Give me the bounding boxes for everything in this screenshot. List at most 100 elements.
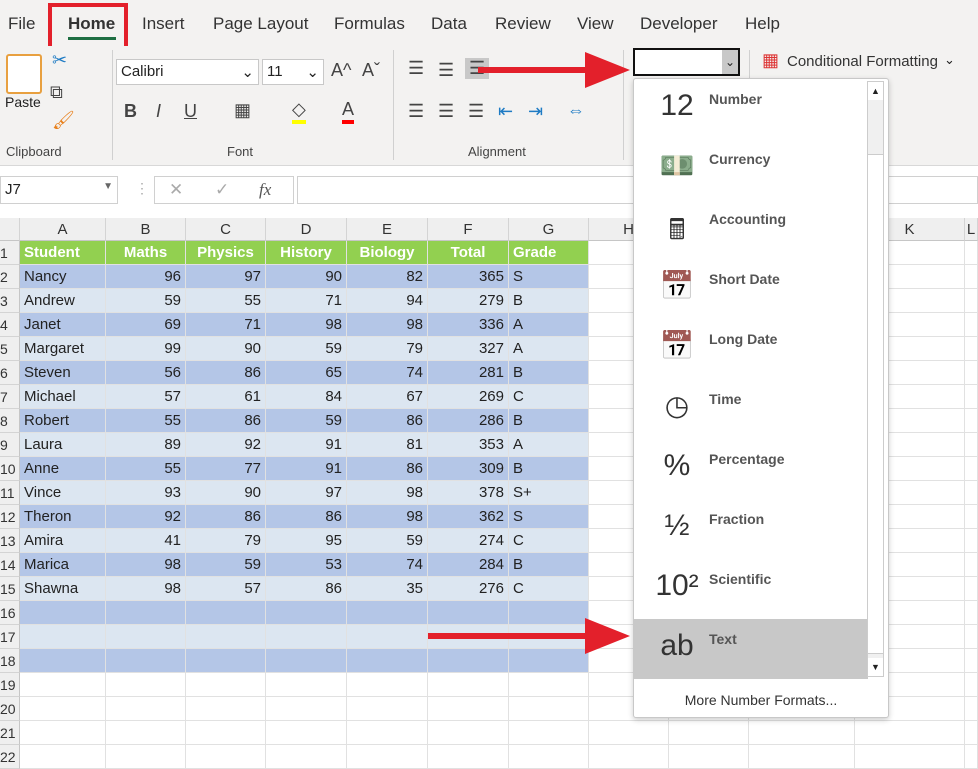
cell[interactable]: 365 — [428, 265, 509, 289]
row-header[interactable]: 7 — [0, 385, 20, 409]
cell[interactable]: 84 — [266, 385, 347, 409]
row-header[interactable]: 13 — [0, 529, 20, 553]
cell[interactable] — [965, 601, 978, 625]
column-title-cell[interactable]: Grade — [509, 241, 589, 265]
cell[interactable]: Vince — [20, 481, 106, 505]
cell[interactable]: 269 — [428, 385, 509, 409]
tab-review[interactable]: Review — [495, 14, 551, 34]
cell[interactable]: 86 — [266, 577, 347, 601]
cell[interactable]: A — [509, 433, 589, 457]
cell[interactable] — [20, 601, 106, 625]
cell[interactable]: 362 — [428, 505, 509, 529]
column-header[interactable]: D — [266, 218, 347, 241]
cell[interactable]: 55 — [186, 289, 266, 313]
cell[interactable]: Laura — [20, 433, 106, 457]
cell[interactable]: 86 — [186, 505, 266, 529]
cell[interactable] — [106, 697, 186, 721]
row-header[interactable]: 8 — [0, 409, 20, 433]
cell[interactable] — [106, 673, 186, 697]
enter-icon[interactable]: ✓ — [215, 180, 229, 200]
grow-font-button[interactable]: A^ — [331, 60, 351, 81]
cell[interactable]: Janet — [20, 313, 106, 337]
format-option-long-date[interactable]: 📅Long Date — [634, 319, 868, 379]
cell[interactable]: 86 — [186, 361, 266, 385]
cell[interactable]: B — [509, 553, 589, 577]
cell[interactable] — [965, 481, 978, 505]
cell[interactable]: B — [509, 409, 589, 433]
scroll-down-icon[interactable]: ▼ — [868, 658, 883, 676]
row-header[interactable]: 11 — [0, 481, 20, 505]
row-header[interactable]: 1 — [0, 241, 20, 265]
select-all-corner[interactable] — [0, 218, 20, 241]
cell[interactable]: 281 — [428, 361, 509, 385]
format-option-number[interactable]: 12Number — [634, 79, 868, 139]
tab-developer[interactable]: Developer — [640, 14, 718, 34]
cell[interactable] — [965, 505, 978, 529]
cell[interactable]: 90 — [186, 481, 266, 505]
merge-center-icon[interactable]: ⇔ — [567, 100, 585, 121]
cell[interactable]: 92 — [106, 505, 186, 529]
cell[interactable] — [589, 745, 669, 769]
row-header[interactable]: 22 — [0, 745, 20, 769]
cell[interactable] — [347, 697, 428, 721]
cell[interactable]: 97 — [186, 265, 266, 289]
cell[interactable] — [965, 649, 978, 673]
tab-view[interactable]: View — [577, 14, 614, 34]
cell[interactable]: 98 — [347, 313, 428, 337]
cell[interactable]: S — [509, 265, 589, 289]
cell[interactable]: A — [509, 313, 589, 337]
row-header[interactable]: 3 — [0, 289, 20, 313]
middle-align-icon[interactable]: ☰ — [438, 60, 454, 81]
row-header[interactable]: 5 — [0, 337, 20, 361]
row-header[interactable]: 9 — [0, 433, 20, 457]
cell[interactable]: 59 — [266, 337, 347, 361]
cell[interactable] — [186, 625, 266, 649]
cell[interactable] — [186, 721, 266, 745]
cell[interactable] — [589, 721, 669, 745]
column-title-cell[interactable]: Student — [20, 241, 106, 265]
cell[interactable] — [428, 721, 509, 745]
cell[interactable] — [428, 745, 509, 769]
cell[interactable] — [965, 457, 978, 481]
cell[interactable]: 55 — [106, 457, 186, 481]
cell[interactable] — [106, 649, 186, 673]
cell[interactable]: B — [509, 361, 589, 385]
cell[interactable] — [965, 673, 978, 697]
cell[interactable]: 59 — [266, 409, 347, 433]
cell[interactable]: S — [509, 505, 589, 529]
format-option-scientific[interactable]: 10²Scientific — [634, 559, 868, 619]
column-header[interactable]: B — [106, 218, 186, 241]
row-header[interactable]: 16 — [0, 601, 20, 625]
row-header[interactable]: 10 — [0, 457, 20, 481]
cell[interactable] — [965, 289, 978, 313]
cell[interactable] — [347, 745, 428, 769]
cell[interactable]: Amira — [20, 529, 106, 553]
cell[interactable]: 89 — [106, 433, 186, 457]
cell[interactable]: 98 — [347, 505, 428, 529]
cell[interactable] — [266, 625, 347, 649]
align-left-icon[interactable]: ☰ — [408, 101, 424, 122]
cell[interactable]: 79 — [186, 529, 266, 553]
cell[interactable]: 59 — [106, 289, 186, 313]
cell[interactable]: 56 — [106, 361, 186, 385]
cell[interactable]: 91 — [266, 457, 347, 481]
cell[interactable] — [509, 721, 589, 745]
font-size-select[interactable]: 11⌄ — [262, 59, 324, 85]
paste-button[interactable]: Paste — [5, 94, 41, 110]
format-option-short-date[interactable]: 📅Short Date — [634, 259, 868, 319]
increase-indent-icon[interactable]: ⇥ — [528, 101, 543, 122]
cell[interactable] — [20, 721, 106, 745]
cell[interactable]: Robert — [20, 409, 106, 433]
row-header[interactable]: 17 — [0, 625, 20, 649]
cell[interactable] — [266, 673, 347, 697]
cell[interactable] — [428, 601, 509, 625]
cell[interactable] — [106, 745, 186, 769]
cell[interactable] — [509, 745, 589, 769]
row-header[interactable]: 2 — [0, 265, 20, 289]
cell[interactable] — [749, 745, 855, 769]
cell[interactable]: 95 — [266, 529, 347, 553]
cell[interactable] — [965, 697, 978, 721]
row-header[interactable]: 20 — [0, 697, 20, 721]
cell[interactable] — [20, 745, 106, 769]
align-right-icon[interactable]: ☰ — [468, 101, 484, 122]
